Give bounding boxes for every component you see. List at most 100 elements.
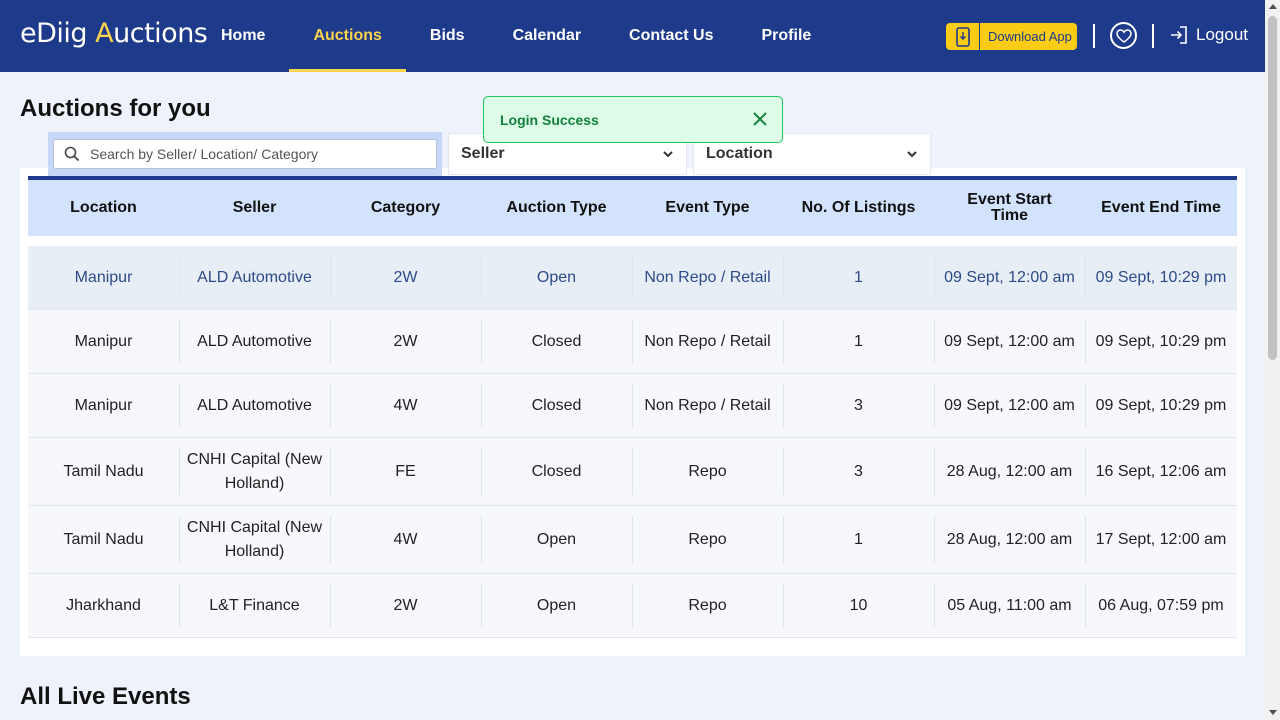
scroll-thumb[interactable] <box>1268 16 1277 360</box>
top-header: eDiig Auctions Home Auctions Bids Calend… <box>0 0 1265 72</box>
cell-location: Manipur <box>74 396 133 414</box>
cell-seller: ALD Automotive <box>179 246 330 309</box>
cell-listings: 1 <box>783 506 934 573</box>
cell-category: FE <box>330 438 481 505</box>
cell-start-time: 28 Aug, 12:00 am <box>934 438 1085 505</box>
nav-bids[interactable]: Bids <box>406 0 489 72</box>
cell-event-type: Non Repo / Retail <box>632 310 783 373</box>
cell-category: 4W <box>330 374 481 437</box>
search-icon <box>64 146 80 162</box>
cell-end-time: 09 Sept, 10:29 pm <box>1085 374 1237 437</box>
cell-end-time: 06 Aug, 07:59 pm <box>1085 574 1237 637</box>
cell-auction-type: Open <box>481 574 632 637</box>
download-app-label: Download App <box>988 29 1072 44</box>
cell-auction-type: Closed <box>481 310 632 373</box>
column-header-event-type[interactable]: Event Type <box>632 180 783 236</box>
scroll-down-arrow-icon[interactable] <box>1269 710 1277 715</box>
auctions-table: Location Seller Category Auction Type Ev… <box>28 176 1237 638</box>
cell-seller: CNHI Capital (New Holland) <box>179 438 330 505</box>
cell-event-type: Repo <box>632 574 783 637</box>
table-body: Manipur ALD Automotive 2W Open Non Repo … <box>28 236 1237 638</box>
cell-start-time: 09 Sept, 12:00 am <box>934 246 1085 309</box>
cell-seller: L&T Finance <box>179 574 330 637</box>
nav-auctions[interactable]: Auctions <box>289 0 407 72</box>
cell-seller: ALD Automotive <box>179 374 330 437</box>
logo[interactable]: eDiig Auctions <box>20 18 208 49</box>
logo-mid: Diig <box>36 18 96 49</box>
chevron-down-icon <box>663 151 673 158</box>
cell-start-time: 09 Sept, 12:00 am <box>934 310 1085 373</box>
header-divider <box>1093 24 1095 48</box>
cell-listings: 1 <box>783 310 934 373</box>
column-header-location[interactable]: Location <box>28 180 179 236</box>
nav-profile[interactable]: Profile <box>738 0 836 72</box>
page-scrollbar[interactable] <box>1265 0 1280 720</box>
cell-listings: 10 <box>783 574 934 637</box>
cell-auction-type: Open <box>481 246 632 309</box>
cell-seller: ALD Automotive <box>179 310 330 373</box>
cell-event-type: Repo <box>632 506 783 573</box>
search-container <box>48 132 442 176</box>
cell-event-type: Repo <box>632 438 783 505</box>
cell-location: Tamil Nadu <box>63 530 144 548</box>
cell-category: 4W <box>330 506 481 573</box>
column-header-end-time[interactable]: Event End Time <box>1085 180 1237 236</box>
cell-end-time: 09 Sept, 10:29 pm <box>1085 246 1237 309</box>
column-header-start-time[interactable]: Event Start Time <box>934 180 1085 236</box>
logout-button[interactable]: Logout <box>1170 25 1248 45</box>
search-input[interactable] <box>90 146 420 162</box>
cell-auction-type: Closed <box>481 374 632 437</box>
cell-listings: 1 <box>783 246 934 309</box>
login-success-toast: Login Success <box>483 96 783 143</box>
table-row[interactable]: Manipur ALD Automotive 4W Closed Non Rep… <box>28 374 1237 438</box>
main-nav: Home Auctions Bids Calendar Contact Us P… <box>197 0 835 72</box>
cell-listings: 3 <box>783 374 934 437</box>
phone-download-icon <box>946 23 980 50</box>
cell-location: Tamil Nadu <box>63 462 144 480</box>
table-row[interactable]: Manipur ALD Automotive 2W Closed Non Rep… <box>28 310 1237 374</box>
cell-auction-type: Open <box>481 506 632 573</box>
table-header: Location Seller Category Auction Type Ev… <box>28 176 1237 236</box>
table-row[interactable]: Manipur ALD Automotive 2W Open Non Repo … <box>28 246 1237 310</box>
table-row[interactable]: Tamil Nadu CNHI Capital (New Holland) 4W… <box>28 506 1237 574</box>
column-header-auction-type[interactable]: Auction Type <box>481 180 632 236</box>
location-select-value: Location <box>706 145 773 162</box>
cell-end-time: 09 Sept, 10:29 pm <box>1085 310 1237 373</box>
toast-message: Login Success <box>500 111 599 128</box>
cell-category: 2W <box>330 574 481 637</box>
cell-location: Jharkhand <box>66 596 141 614</box>
cell-seller: CNHI Capital (New Holland) <box>179 506 330 573</box>
cell-auction-type: Closed <box>481 438 632 505</box>
cell-category: 2W <box>330 246 481 309</box>
column-header-seller[interactable]: Seller <box>179 180 330 236</box>
cell-start-time: 05 Aug, 11:00 am <box>934 574 1085 637</box>
logo-accent: A <box>95 18 114 49</box>
cell-start-time: 09 Sept, 12:00 am <box>934 374 1085 437</box>
close-icon[interactable] <box>752 111 768 127</box>
favorites-button[interactable] <box>1110 22 1137 49</box>
nav-home[interactable]: Home <box>197 0 289 72</box>
table-row[interactable]: Tamil Nadu CNHI Capital (New Holland) FE… <box>28 438 1237 506</box>
column-header-category[interactable]: Category <box>330 180 481 236</box>
cell-event-type: Non Repo / Retail <box>632 374 783 437</box>
cell-location: Manipur <box>74 332 133 350</box>
nav-calendar[interactable]: Calendar <box>489 0 605 72</box>
seller-select-value: Seller <box>461 145 505 162</box>
search-field[interactable] <box>53 139 437 169</box>
nav-contact-us[interactable]: Contact Us <box>605 0 737 72</box>
logo-suffix: uctions <box>113 18 208 49</box>
page-title: Auctions for you <box>20 95 211 122</box>
cell-category: 2W <box>330 310 481 373</box>
logo-prefix: e <box>20 18 37 49</box>
logout-label: Logout <box>1196 25 1248 44</box>
header-divider <box>1152 24 1154 48</box>
cell-location: Manipur <box>74 268 133 286</box>
download-app-button[interactable]: Download App <box>946 23 1077 50</box>
cell-end-time: 17 Sept, 12:00 am <box>1085 506 1237 573</box>
column-header-listings[interactable]: No. Of Listings <box>783 180 934 236</box>
cell-start-time: 28 Aug, 12:00 am <box>934 506 1085 573</box>
logout-icon <box>1171 26 1187 44</box>
cell-listings: 3 <box>783 438 934 505</box>
table-row[interactable]: Jharkhand L&T Finance 2W Open Repo 10 05… <box>28 574 1237 638</box>
scroll-up-arrow-icon[interactable] <box>1269 4 1277 9</box>
